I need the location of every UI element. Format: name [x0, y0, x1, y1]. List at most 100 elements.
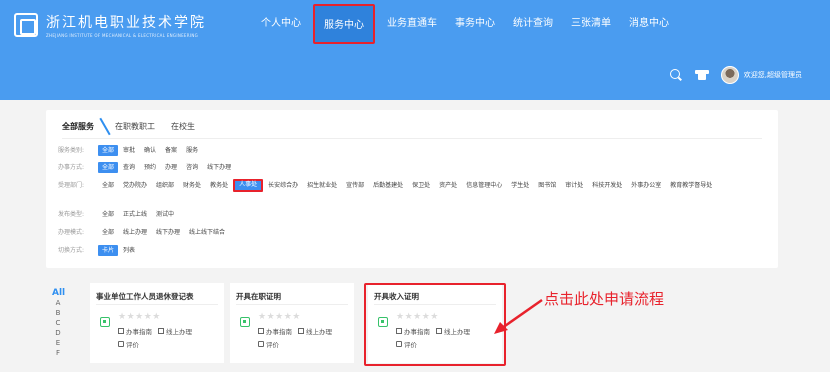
filter-label: 受理部门:: [58, 182, 85, 189]
highlight-box: [364, 283, 506, 366]
welcome-user-text[interactable]: 欢迎您,超级管理员: [744, 70, 802, 80]
filter-row-publish-type: 发布类型: 全部 正式上线 测试中: [58, 209, 758, 223]
filter-option[interactable]: 资产处: [435, 180, 461, 191]
filter-option[interactable]: 外事办公室: [627, 180, 665, 191]
service-type-icon: [240, 317, 250, 327]
filter-row-department: 受理部门: 全部 党办院办 组织部 财务处 教务处 人事处 长安综合办 招生就业处 宣传部 后勤基建…: [58, 179, 758, 195]
filter-label: 切换方式:: [58, 247, 85, 254]
search-icon[interactable]: [669, 68, 683, 82]
card-title[interactable]: 事业单位工作人员退休登记表: [96, 291, 194, 302]
school-logo[interactable]: 浙江机电职业技术学院 ZHEJIANG INSTITUTE OF MECHANI…: [14, 12, 206, 38]
filter-row-handling-method: 办事方式: 全部 查询 预约 办理 咨询 线下办理: [58, 162, 758, 176]
filter-option[interactable]: 全部: [98, 145, 119, 156]
filter-label: 办理模式:: [58, 229, 85, 236]
filter-option[interactable]: 线上线下结合: [185, 227, 229, 238]
filter-option[interactable]: 后勤基建处: [369, 180, 407, 191]
annotation-text: 点击此处申请流程: [544, 290, 665, 308]
user-toolbar: 欢迎您,超级管理员: [669, 66, 802, 84]
filter-label: 服务类别:: [58, 147, 85, 154]
filter-option[interactable]: 党办院办: [119, 180, 151, 191]
filter-option[interactable]: 教务处: [206, 180, 232, 191]
rate-link[interactable]: 评价: [266, 341, 279, 349]
alpha-letter[interactable]: A: [52, 298, 64, 308]
filter-option[interactable]: 测试中: [152, 209, 178, 220]
filter-label: 发布类型:: [58, 211, 85, 218]
filter-option[interactable]: 咨询: [182, 162, 202, 173]
filter-panel: 全部服务 在职教职工 在校生 服务类别: 全部 审批 确认 备案 服务 办事方式: 全部 查询预…: [46, 110, 778, 268]
filter-option[interactable]: 全部: [98, 180, 118, 191]
service-type-icon: [100, 317, 110, 327]
filter-option[interactable]: 确认: [140, 145, 160, 156]
service-card-retirement[interactable]: 事业单位工作人员退休登记表 ★★★★★ 办事指南 线上办理 评价: [90, 283, 224, 363]
alpha-letter[interactable]: F: [52, 348, 64, 358]
filter-option[interactable]: 全部: [98, 162, 119, 173]
alpha-letter[interactable]: C: [52, 318, 64, 328]
filter-option[interactable]: 信息管理中心: [462, 180, 506, 191]
top-header: 浙江机电职业技术学院 ZHEJIANG INSTITUTE OF MECHANI…: [0, 0, 830, 100]
filter-option[interactable]: 备案: [161, 145, 181, 156]
edit-icon: [118, 341, 124, 347]
filter-option[interactable]: 保卫处: [408, 180, 434, 191]
alpha-letter[interactable]: D: [52, 328, 64, 338]
filter-option[interactable]: 预约: [140, 162, 160, 173]
monitor-icon: [158, 328, 164, 334]
tab-all-services[interactable]: 全部服务: [62, 121, 94, 132]
rating-stars: ★★★★★: [258, 312, 301, 322]
tab-staff[interactable]: 在职教职工: [115, 121, 155, 132]
guide-link[interactable]: 办事指南: [126, 326, 152, 336]
filter-option[interactable]: 审批: [119, 145, 139, 156]
filter-option[interactable]: 正式上线: [119, 209, 151, 220]
filter-option[interactable]: 科技开发处: [588, 180, 626, 191]
guide-link[interactable]: 办事指南: [266, 326, 292, 336]
nav-statistics-query[interactable]: 统计查询: [504, 4, 562, 44]
tab-students[interactable]: 在校生: [171, 121, 195, 132]
filter-row-handling-mode: 办理模式: 全部 线上办理 线下办理 线上线下结合: [58, 227, 758, 241]
filter-option[interactable]: 财务处: [179, 180, 205, 191]
edit-icon: [258, 341, 264, 347]
filter-option[interactable]: 人事处: [233, 179, 264, 192]
service-card-employment-cert[interactable]: 开具在职证明 ★★★★★ 办事指南 线上办理 评价: [230, 283, 354, 363]
filter-option[interactable]: 全部: [98, 209, 118, 220]
alphabet-index: All A B C D E F: [52, 288, 65, 358]
nav-affairs-center[interactable]: 事务中心: [446, 4, 504, 44]
filter-option[interactable]: 线下办理: [152, 227, 184, 238]
online-handle-link[interactable]: 线上办理: [166, 326, 192, 336]
filter-option[interactable]: 列表: [119, 245, 139, 256]
logo-chinese-name: 浙江机电职业技术学院: [46, 15, 206, 31]
nav-three-lists[interactable]: 三张清单: [562, 4, 620, 44]
filter-option[interactable]: 宣传部: [342, 180, 368, 191]
main-nav: 个人中心 服务中心 业务直通车 事务中心 统计查询 三张清单 消息中心: [252, 0, 678, 48]
filter-option[interactable]: 审计处: [561, 180, 587, 191]
online-handle-link[interactable]: 线上办理: [306, 326, 332, 336]
filter-row-service-category: 服务类别: 全部 审批 确认 备案 服务: [58, 145, 758, 159]
theme-skin-icon[interactable]: [694, 68, 709, 82]
filter-option[interactable]: 服务: [182, 145, 202, 156]
filter-row-view-switch: 切换方式: 卡片 列表: [58, 245, 758, 259]
guide-icon: [118, 328, 124, 334]
alpha-letter[interactable]: E: [52, 338, 64, 348]
filter-option[interactable]: 卡片: [98, 245, 119, 256]
filter-option[interactable]: 线上办理: [119, 227, 151, 238]
filter-option[interactable]: 教育教学督导处: [666, 180, 716, 191]
logo-emblem-icon: [14, 13, 38, 37]
filter-option[interactable]: 图书馆: [534, 180, 560, 191]
filter-option[interactable]: 线下办理: [203, 162, 235, 173]
filter-option[interactable]: 学生处: [507, 180, 533, 191]
rating-stars: ★★★★★: [118, 312, 161, 322]
filter-option[interactable]: 查询: [119, 162, 139, 173]
alpha-letter[interactable]: B: [52, 308, 64, 318]
filter-option[interactable]: 长安综合办: [264, 180, 302, 191]
nav-business-express[interactable]: 业务直通车: [378, 4, 446, 44]
rate-link[interactable]: 评价: [126, 341, 139, 349]
logo-english-name: ZHEJIANG INSTITUTE OF MECHANICAL & ELECT…: [46, 33, 199, 38]
alpha-all[interactable]: All: [52, 288, 65, 298]
nav-service-center[interactable]: 服务中心: [313, 4, 375, 44]
filter-option[interactable]: 招生就业处: [303, 180, 341, 191]
card-title[interactable]: 开具在职证明: [236, 291, 281, 302]
nav-message-center[interactable]: 消息中心: [620, 4, 678, 44]
filter-option[interactable]: 组织部: [152, 180, 178, 191]
filter-option[interactable]: 办理: [161, 162, 181, 173]
nav-personal-center[interactable]: 个人中心: [252, 4, 310, 44]
filter-option[interactable]: 全部: [98, 227, 118, 238]
avatar[interactable]: [720, 66, 739, 84]
